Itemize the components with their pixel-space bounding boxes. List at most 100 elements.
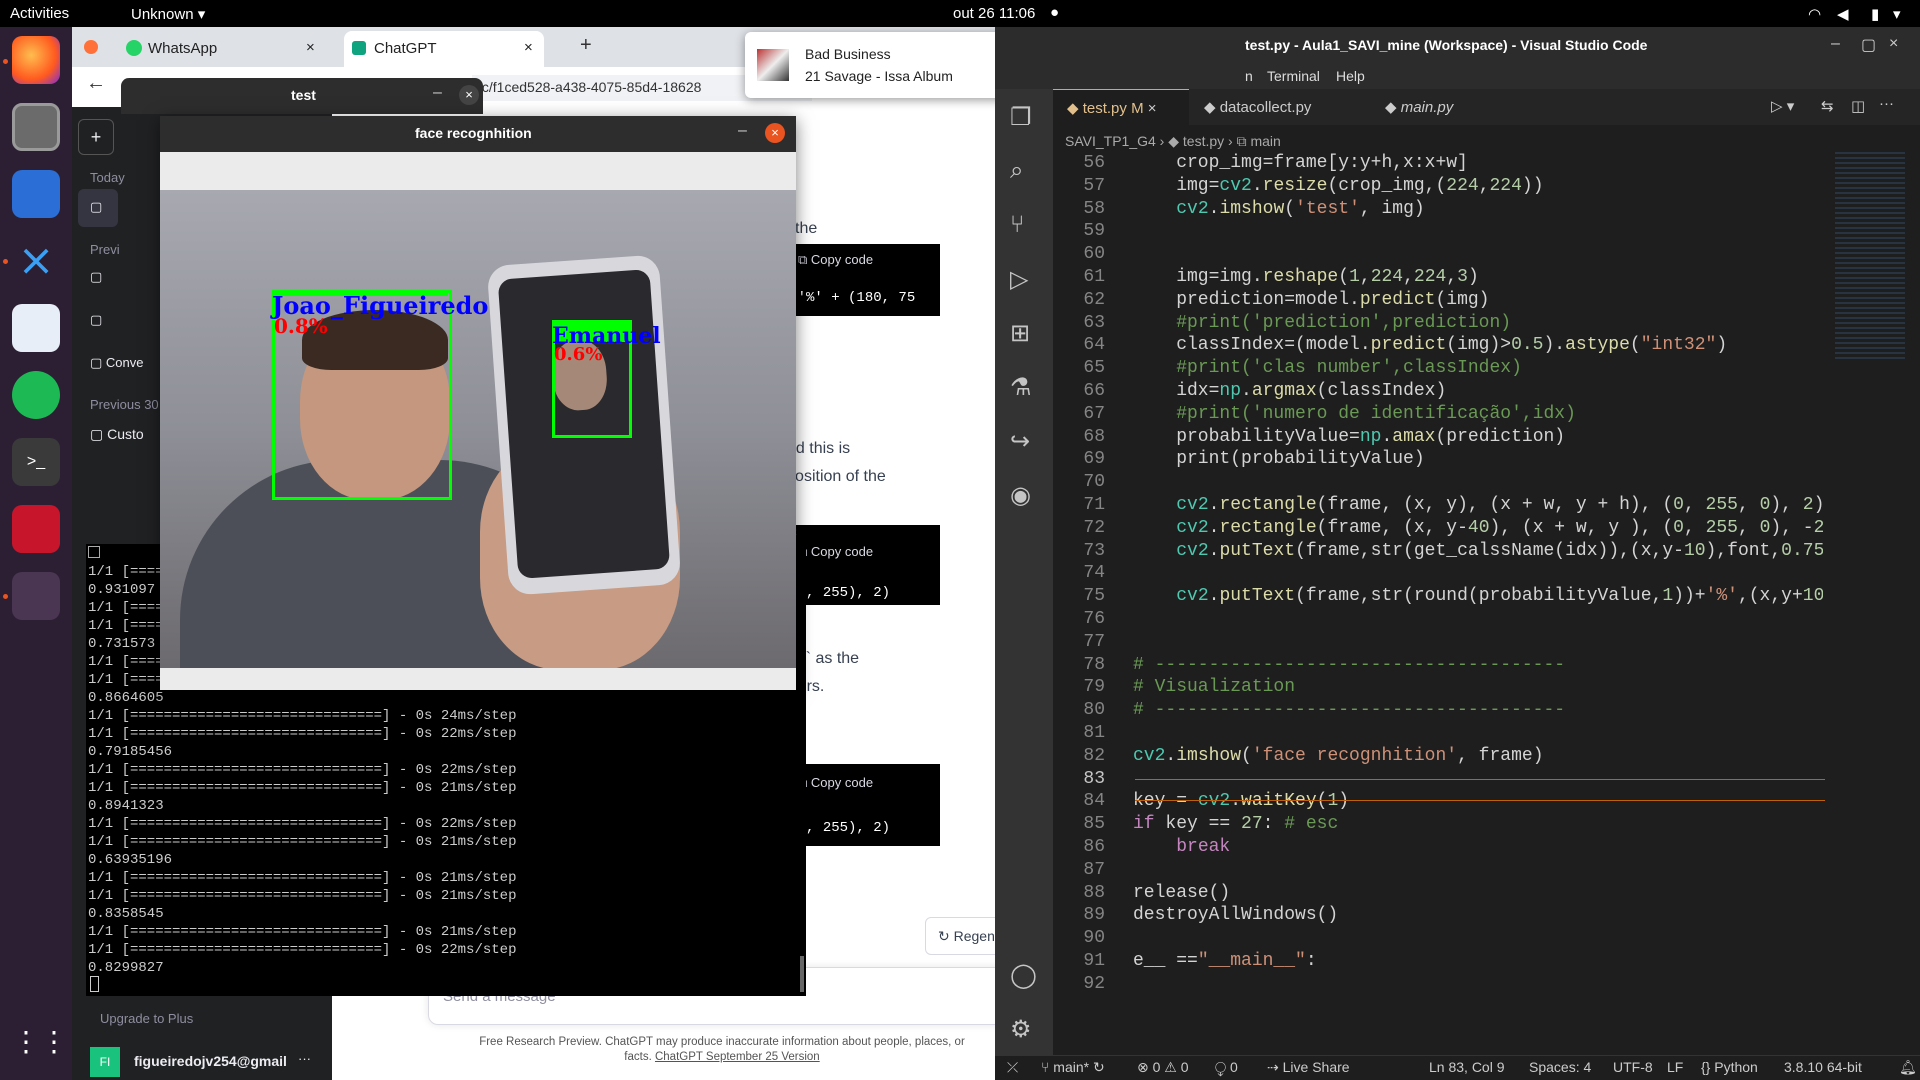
tab-main-py[interactable]: ◆ main.py (1371, 89, 1511, 125)
more-icon[interactable]: ··· (298, 1051, 311, 1066)
close-icon[interactable]: × (1889, 35, 1898, 53)
code-line[interactable]: 67 #print('numero de identificação',idx) (1053, 403, 1823, 426)
code-line[interactable]: 73 cv2.putText(frame,str(get_calssName(i… (1053, 540, 1823, 563)
back-icon[interactable]: ← (86, 72, 106, 95)
encoding[interactable]: UTF-8 (1613, 1059, 1653, 1075)
code-line[interactable]: 70 (1053, 471, 1823, 494)
code-line[interactable]: 64 classIndex=(model.predict(img)>0.5).a… (1053, 334, 1823, 357)
text-editor-icon[interactable] (12, 304, 60, 352)
code-line[interactable]: 77 (1053, 631, 1823, 654)
code-line[interactable]: 78 # ------------------------------------… (1053, 654, 1823, 677)
copy-code-button[interactable]: ⧉ Copy code (798, 775, 873, 791)
close-icon[interactable]: × (306, 39, 315, 56)
code-line[interactable]: 62 prediction=model.predict(img) (1053, 289, 1823, 312)
code-line[interactable]: 81 (1053, 722, 1823, 745)
tab-test-py[interactable]: ◆ test.py M × (1053, 89, 1189, 125)
vscode-icon[interactable]: ⨯ (12, 237, 60, 285)
problems-status[interactable]: ⊗ 0 ⚠ 0 (1137, 1059, 1189, 1076)
code-line[interactable]: 65 #print('clas number',classIndex) (1053, 357, 1823, 380)
branch-status[interactable]: ⑂ main* ↻ (1041, 1059, 1105, 1076)
copy-code-button[interactable]: ⧉ Copy code (798, 252, 873, 268)
code-line[interactable]: 84 key = cv2.waitKey(1) (1053, 790, 1823, 813)
code-line[interactable]: 89 destroyAllWindows() (1053, 904, 1823, 927)
menu-run[interactable]: n (1245, 68, 1253, 84)
close-icon[interactable]: × (1148, 100, 1157, 117)
terminal-scrollbar[interactable] (800, 956, 804, 992)
upgrade-link[interactable]: Upgrade to Plus (100, 1011, 193, 1026)
minimize-icon[interactable]: – (738, 122, 747, 140)
app-menu[interactable]: Unknown ▾ (131, 5, 205, 23)
more-actions-icon[interactable]: ··· (1879, 95, 1894, 112)
compare-icon[interactable]: ⇆ (1821, 97, 1834, 115)
code-line[interactable]: 83 (1053, 768, 1823, 791)
run-icon[interactable]: ▷ ▾ (1771, 97, 1794, 115)
search-icon[interactable]: ⌕ (1010, 157, 1023, 185)
extensions-icon[interactable]: ⊞ (1010, 319, 1030, 348)
tab-datacollect-py[interactable]: ◆ datacollect.py (1190, 89, 1370, 125)
chat-icon[interactable]: ▢ (90, 269, 102, 285)
explorer-icon[interactable]: ❐ (1010, 103, 1032, 132)
close-icon[interactable]: × (524, 39, 533, 56)
tab-whatsapp[interactable]: WhatsApp × (122, 31, 322, 67)
version-link[interactable]: ChatGPT September 25 Version (655, 1051, 820, 1063)
code-line[interactable]: 69 print(probabilityValue) (1053, 448, 1823, 471)
eol[interactable]: LF (1667, 1059, 1683, 1075)
minimap[interactable] (1835, 152, 1905, 362)
clock[interactable]: out 26 11:06 (953, 5, 1035, 22)
source-control-icon[interactable]: ⑂ (1010, 211, 1024, 239)
code-line[interactable]: 75 cv2.putText(frame,str(round(probabili… (1053, 585, 1823, 608)
volume-icon[interactable]: ◀ (1837, 5, 1849, 23)
testing-icon[interactable]: ⚗ (1010, 373, 1032, 402)
code-line[interactable]: 63 #print('prediction',prediction) (1053, 312, 1823, 335)
new-tab-button[interactable]: + (580, 34, 592, 57)
activities-button[interactable]: Activities (10, 5, 69, 22)
code-line[interactable]: 79 # Visualization (1053, 676, 1823, 699)
live-share-status[interactable]: ⇢ Live Share (1267, 1059, 1350, 1076)
copy-code-button[interactable]: ⧉ Copy code (798, 544, 873, 560)
code-line[interactable]: 56 crop_img=frame[y:y+h,x:x+w] (1053, 152, 1823, 175)
code-line[interactable]: 91 e__ =="__main__": (1053, 950, 1823, 973)
code-line[interactable]: 92 (1053, 973, 1823, 996)
remote-icon[interactable]: ⤫ (1007, 1059, 1018, 1076)
code-line[interactable]: 58 cv2.imshow('test', img) (1053, 198, 1823, 221)
code-line[interactable]: 61 img=img.reshape(1,224,224,3) (1053, 266, 1823, 289)
run-debug-icon[interactable]: ▷ (1010, 265, 1028, 294)
chat-item[interactable]: ▢ Conve (90, 355, 143, 371)
code-line[interactable]: 82 cv2.imshow('face recognhition', frame) (1053, 745, 1823, 768)
code-line[interactable]: 88 release() (1053, 882, 1823, 905)
close-icon[interactable]: × (459, 85, 479, 105)
live-share-icon[interactable]: ↪ (1010, 427, 1030, 456)
battery-icon[interactable]: ▮ (1871, 5, 1879, 23)
code-line[interactable]: 72 cv2.rectangle(frame, (x, y-40), (x + … (1053, 517, 1823, 540)
menu-help[interactable]: Help (1336, 68, 1365, 84)
menu-terminal[interactable]: Terminal (1267, 68, 1320, 84)
code-line[interactable]: 86 break (1053, 836, 1823, 859)
code-line[interactable]: 71 cv2.rectangle(frame, (x, y), (x + w, … (1053, 494, 1823, 517)
github-icon[interactable]: ◉ (1010, 481, 1031, 510)
code-line[interactable]: 66 idx=np.argmax(classIndex) (1053, 380, 1823, 403)
code-editor[interactable]: 56 crop_img=frame[y:y+h,x:x+w] 57 img=cv2… (1053, 152, 1823, 1032)
indentation[interactable]: Spaces: 4 (1529, 1059, 1591, 1075)
code-line[interactable]: 59 (1053, 220, 1823, 243)
tab-chatgpt[interactable]: ChatGPT × (344, 31, 544, 67)
settings-gear-icon[interactable]: ⚙ (1010, 1015, 1032, 1044)
power-menu-icon[interactable]: ▾ (1893, 5, 1901, 23)
cursor-position[interactable]: Ln 83, Col 9 (1429, 1059, 1505, 1075)
code-line[interactable]: 85 if key == 27: # esc (1053, 813, 1823, 836)
minimize-icon[interactable]: – (433, 84, 442, 102)
spotify-icon[interactable] (12, 371, 60, 419)
language-mode[interactable]: {} Python (1701, 1059, 1758, 1075)
close-icon[interactable]: × (765, 123, 785, 143)
files-icon[interactable] (12, 103, 60, 151)
interpreter[interactable]: 3.8.10 64-bit (1784, 1059, 1862, 1075)
code-line[interactable]: 87 (1053, 859, 1823, 882)
code-line[interactable]: 60 (1053, 243, 1823, 266)
terminal-icon[interactable]: >_ (12, 438, 60, 486)
ports-status[interactable]: ⧬ 0 (1215, 1059, 1238, 1076)
chat-icon[interactable]: ▢ (90, 312, 102, 328)
code-line[interactable]: 90 (1053, 927, 1823, 950)
code-line[interactable]: 80 # ------------------------------------… (1053, 699, 1823, 722)
notifications-icon[interactable]: 🔔︎ (1899, 1059, 1917, 1076)
chat-item[interactable]: ▢ Custo (90, 426, 144, 443)
code-line[interactable]: 76 (1053, 608, 1823, 631)
